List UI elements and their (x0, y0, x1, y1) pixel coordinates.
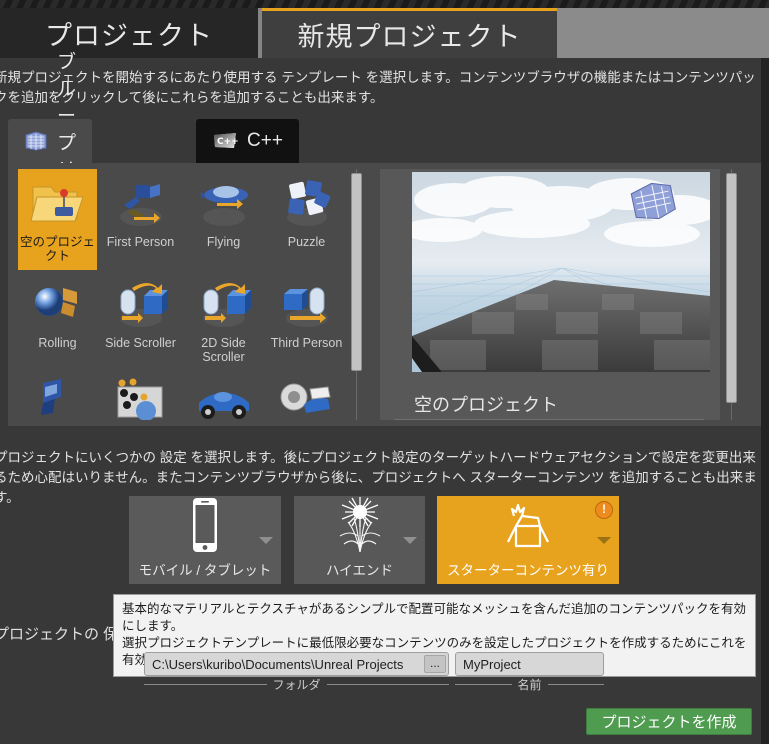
scalability-grass-icon (332, 496, 388, 559)
template-tile-label: 空のプロジェクト (19, 235, 95, 263)
tab-blueprint[interactable]: ブループリント (8, 52, 93, 235)
template-preview-divider (394, 419, 704, 420)
flying-icon (193, 173, 255, 233)
tab-new-project[interactable]: 新規プロジェクト (262, 8, 557, 58)
tab-cpp[interactable]: C++ C++ (196, 119, 299, 163)
caption-rule-left (455, 683, 512, 685)
tab-bar-empty-area (557, 8, 769, 58)
vehicle-advanced-icon (276, 375, 338, 420)
folder-field-value: C:\Users\kuribo\Documents\Unreal Project… (152, 656, 404, 672)
template-preview-image (412, 172, 710, 372)
tooltip-line-1: 基本的なマテリアルとテクスチャがあるシンプルで配置可能なメッシュを含んだ追加のコ… (122, 602, 747, 633)
create-project-button[interactable]: プロジェクトを作成 (586, 708, 752, 735)
template-grid-viewport: 空のプロジェクト First Person Flying Puzzle Roll… (16, 169, 356, 420)
option-graphics-quality[interactable]: ハイエンド (294, 496, 425, 584)
project-name-value: MyProject (463, 656, 521, 672)
top-down-icon (110, 375, 172, 420)
folder-field[interactable]: C:\Users\kuribo\Documents\Unreal Project… (144, 652, 449, 676)
blueprint-icon (24, 131, 48, 151)
tab-cpp-label: C++ (247, 130, 283, 151)
project-name-field[interactable]: MyProject (455, 652, 604, 676)
name-caption: 名前 (455, 677, 605, 692)
create-project-button-label: プロジェクトを作成 (601, 714, 737, 731)
caption-rule-right (547, 683, 605, 685)
content-box-icon (500, 498, 556, 559)
twin-stick-icon (27, 375, 89, 420)
third-person-icon (276, 274, 338, 334)
folder-caption-label: フォルダ (272, 677, 321, 692)
puzzle-icon (276, 173, 338, 233)
template-tile-label: 2D Side Scroller (201, 336, 246, 364)
template-preview-title: 空のプロジェクト (414, 395, 558, 415)
option-target-hardware[interactable]: モバイル / タブレット (129, 496, 281, 584)
template-tile-row3-d[interactable] (267, 371, 346, 420)
template-tile-flying[interactable]: Flying (184, 169, 263, 270)
warning-badge-icon: ! (595, 501, 613, 519)
unreal-project-browser-window: プロジェクト 新規プロジェクト 新規プロジェクトを開始するにあたり使用する テン… (0, 0, 769, 744)
save-path-row: C:\Users\kuribo\Documents\Unreal Project… (144, 652, 604, 676)
template-tile-label: First Person (106, 235, 175, 249)
tab-new-project-label: 新規プロジェクト (297, 22, 522, 52)
template-tile-empty-project[interactable]: 空のプロジェクト (18, 169, 97, 270)
empty-project-icon (27, 173, 89, 233)
template-scrollbar-thumb[interactable] (351, 173, 362, 371)
name-caption-label: 名前 (517, 677, 542, 692)
option-starter-content[interactable]: ! スターターコンテンツ有り (437, 496, 619, 584)
template-tile-label: Third Person (270, 336, 343, 350)
chevron-down-icon[interactable] (403, 537, 417, 544)
template-tile-2d-side-scroller[interactable]: 2D Side Scroller (184, 270, 263, 371)
template-tile-third-person[interactable]: Third Person (267, 270, 346, 371)
template-tile-label: Flying (206, 235, 241, 249)
template-tile-row3-c[interactable] (184, 371, 263, 420)
cpp-icon: C++ (212, 131, 239, 151)
template-tile-row3-b[interactable] (101, 371, 180, 420)
template-tile-label: Puzzle (287, 235, 326, 249)
option-label: ハイエンド (325, 563, 394, 578)
template-tile-label: Side Scroller (105, 336, 176, 350)
caption-rule-left (144, 683, 267, 685)
caption-rule-right (326, 683, 450, 685)
template-preview-pane: 空のプロジェクト (380, 169, 720, 420)
phone-icon (189, 496, 221, 559)
template-grid: 空のプロジェクト First Person Flying Puzzle Roll… (16, 169, 356, 420)
template-tile-rolling[interactable]: Rolling (18, 270, 97, 371)
template-tile-row3-a[interactable] (18, 371, 97, 420)
2d-side-scroller-icon (193, 274, 255, 334)
template-tile-label: Rolling (38, 336, 77, 350)
svg-text:C++: C++ (217, 137, 238, 147)
option-label: モバイル / タブレット (138, 563, 272, 578)
window-right-edge (761, 58, 769, 744)
rolling-icon (27, 274, 89, 334)
browse-folder-button[interactable]: ... (424, 655, 446, 673)
window-title-stripes (0, 0, 769, 8)
side-scroller-icon (110, 274, 172, 334)
folder-caption: フォルダ (144, 677, 450, 692)
template-tile-puzzle[interactable]: Puzzle (267, 169, 346, 270)
preview-scrollbar-thumb[interactable] (726, 173, 737, 403)
chevron-down-icon[interactable] (597, 537, 611, 544)
template-panel: 空のプロジェクト First Person Flying Puzzle Roll… (8, 163, 761, 426)
template-tile-side-scroller[interactable]: Side Scroller (101, 270, 180, 371)
first-person-icon (110, 173, 172, 233)
chevron-down-icon[interactable] (259, 537, 273, 544)
tab-projects[interactable]: プロジェクト (0, 8, 258, 58)
template-tile-first-person[interactable]: First Person (101, 169, 180, 270)
window-tab-bar: プロジェクト 新規プロジェクト (0, 8, 769, 58)
vehicle-icon (193, 375, 255, 420)
template-description: 新規プロジェクトを開始するにあたり使用する テンプレート を選択します。コンテン… (0, 70, 756, 105)
option-label: スターターコンテンツ有り (447, 563, 609, 578)
